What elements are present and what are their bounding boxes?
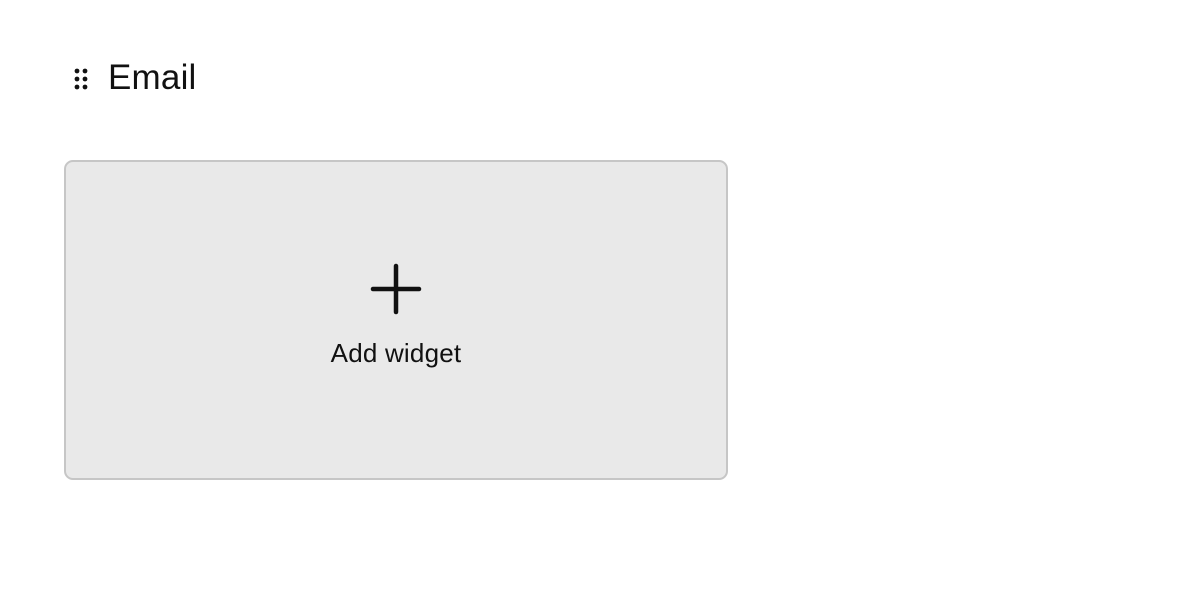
add-widget-label: Add widget [330, 338, 462, 368]
section-title: Email [108, 58, 197, 97]
section-header: Email [72, 56, 197, 100]
plus-icon [370, 263, 422, 315]
dashboard-section: Email Add widget [0, 0, 1202, 614]
drag-handle-icon[interactable] [72, 66, 90, 94]
add-widget-button[interactable]: Add widget [64, 160, 728, 480]
